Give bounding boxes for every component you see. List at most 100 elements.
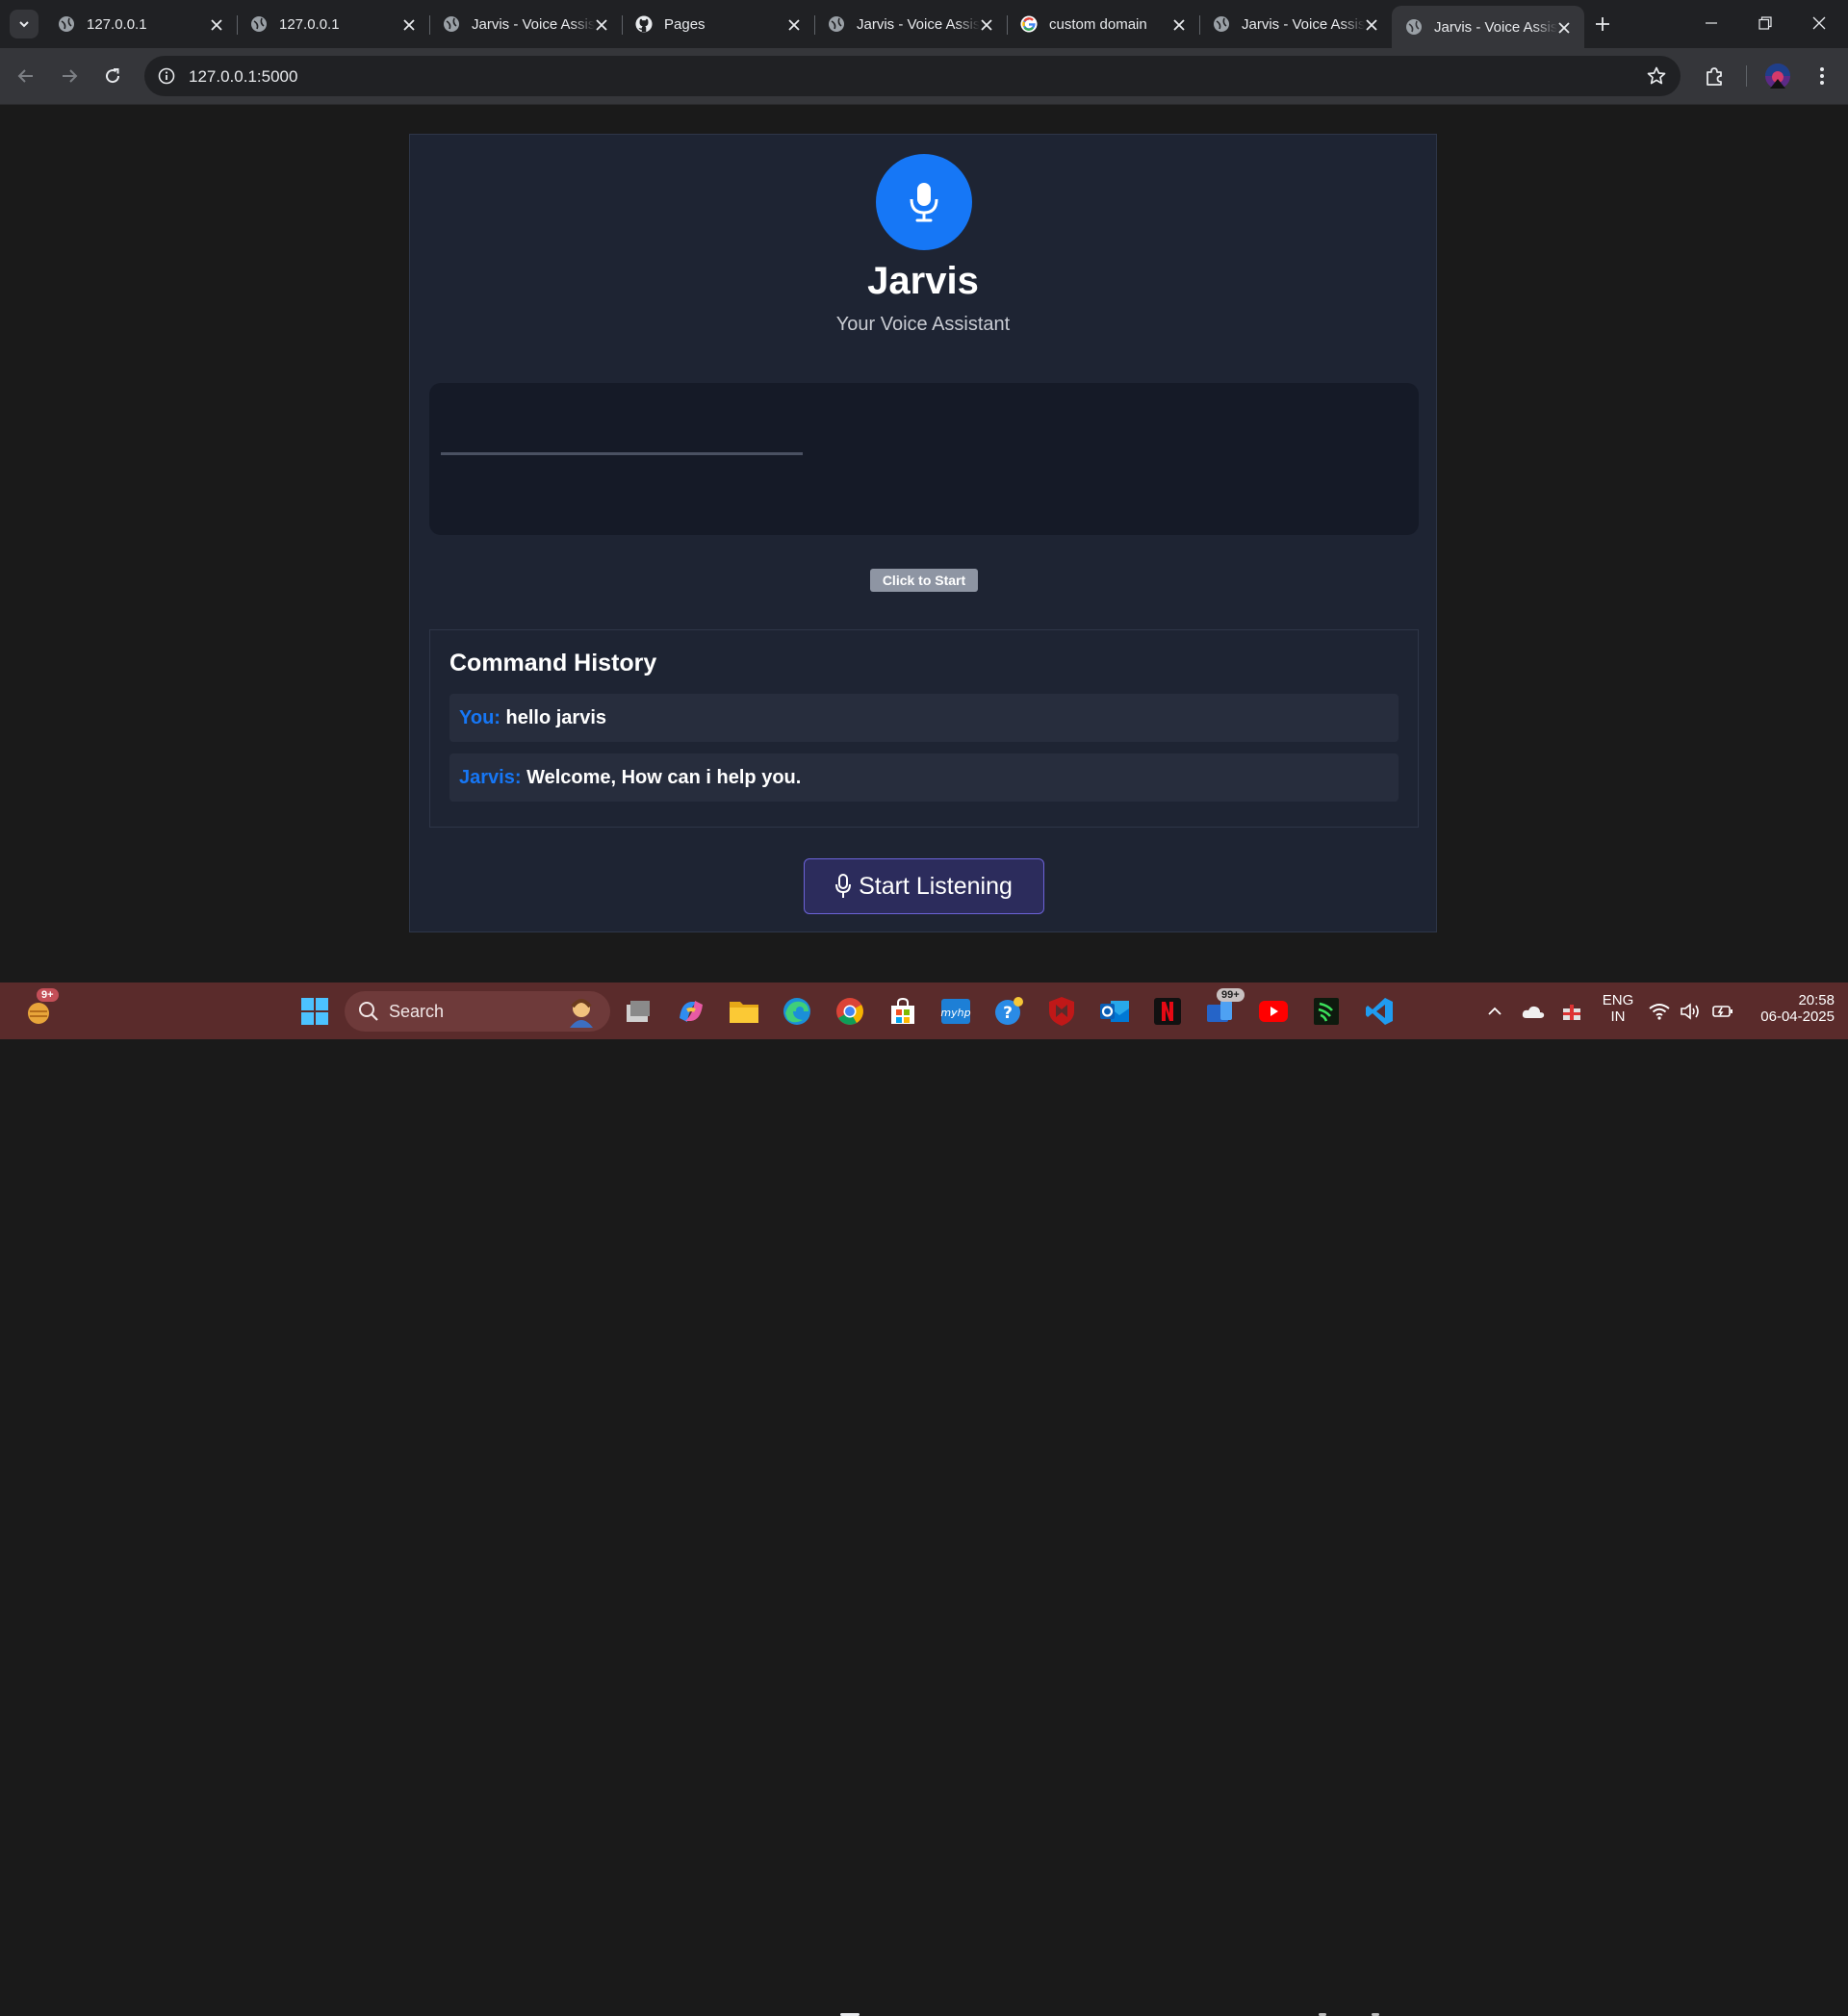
mcafee-button[interactable] (1042, 992, 1081, 1031)
assistant-card: Jarvis Your Voice Assistant Click to Sta… (409, 134, 1437, 932)
globe-icon (443, 15, 460, 33)
task-view-button[interactable] (619, 992, 657, 1031)
click-to-start-button[interactable]: Click to Start (870, 569, 978, 592)
tab-2[interactable]: 127.0.0.1 (237, 6, 429, 42)
tab-1[interactable]: 127.0.0.1 (44, 6, 237, 42)
url-text[interactable]: 127.0.0.1:5000 (189, 67, 297, 87)
tab-search-button[interactable] (10, 10, 38, 38)
extensions-button[interactable] (1700, 62, 1729, 90)
youtube-button[interactable] (1254, 992, 1293, 1031)
page-viewport: Jarvis Your Voice Assistant Click to Sta… (0, 105, 1848, 982)
minimize-button[interactable] (1684, 0, 1738, 46)
bookmark-star-icon[interactable] (1646, 65, 1667, 87)
restore-button[interactable] (1738, 0, 1792, 46)
start-button[interactable] (295, 992, 334, 1031)
globe-icon (58, 15, 75, 33)
close-tab-icon[interactable] (978, 16, 995, 34)
myhp-icon: myhp (940, 999, 971, 1024)
browser-menu-button[interactable] (1808, 62, 1836, 90)
vscode-button[interactable] (1360, 992, 1399, 1031)
close-tab-icon[interactable] (1170, 16, 1188, 34)
start-listening-button[interactable]: Start Listening (804, 858, 1044, 914)
onedrive-button[interactable] (1514, 992, 1553, 1031)
terminal-app-button[interactable] (1307, 992, 1346, 1031)
svg-text:?: ? (1003, 1004, 1013, 1023)
close-tab-icon[interactable] (1555, 19, 1573, 37)
mic-avatar (876, 154, 972, 250)
myhp-button[interactable]: myhp (937, 992, 975, 1031)
tab-7[interactable]: Jarvis - Voice Assistant (1199, 6, 1392, 42)
phone-link-button[interactable]: 99+ (1201, 988, 1245, 1031)
history-message: hello jarvis (505, 707, 607, 728)
site-info-icon[interactable] (156, 65, 177, 87)
forward-button[interactable] (55, 62, 84, 90)
speaker-label: Jarvis: (459, 767, 522, 788)
folder-icon (730, 1002, 758, 1023)
globe-icon (1405, 18, 1423, 36)
tray-app-button[interactable] (1553, 992, 1591, 1031)
close-window-button[interactable] (1792, 0, 1846, 46)
app-subtitle: Your Voice Assistant (835, 314, 1011, 335)
clock[interactable]: 20:58 06-04-2025 (1738, 992, 1835, 1025)
tab-6[interactable]: custom domain (1007, 6, 1199, 42)
tab-3[interactable]: Jarvis - Voice Assistant (429, 6, 622, 42)
store-button[interactable] (884, 992, 922, 1031)
close-tab-icon[interactable] (1363, 16, 1380, 34)
address-bar[interactable]: 127.0.0.1:5000 (144, 56, 1681, 96)
back-button[interactable] (12, 62, 40, 90)
tab-8-active[interactable]: Jarvis - Voice Assistant (1392, 6, 1584, 48)
quick-settings-button[interactable] (1643, 992, 1739, 1031)
speaker-label: You: (459, 707, 500, 728)
chrome-button[interactable] (831, 992, 869, 1031)
history-item-user: You: hello jarvis (449, 694, 1399, 742)
new-tab-button[interactable] (1588, 10, 1617, 38)
copilot-button[interactable] (672, 992, 710, 1031)
command-history-title: Command History (449, 650, 657, 676)
plus-icon (1596, 17, 1609, 31)
search-highlight-icon (570, 999, 593, 1028)
youtube-icon (1259, 1001, 1288, 1022)
google-icon (1020, 15, 1038, 33)
tab-5[interactable]: Jarvis - Voice Assistant (814, 6, 1007, 42)
task-view-icon (627, 1001, 650, 1022)
tab-title: Jarvis - Voice Assistant (1242, 15, 1365, 33)
close-tab-icon[interactable] (400, 16, 418, 34)
globe-icon (828, 15, 845, 33)
edge-button[interactable] (778, 992, 816, 1031)
globe-icon (1213, 15, 1230, 33)
reload-icon (106, 68, 120, 84)
history-message: Welcome, How can i help you. (526, 767, 802, 788)
netflix-button[interactable] (1148, 992, 1187, 1031)
avatar (1765, 64, 1790, 89)
tray-overflow-button[interactable] (1476, 992, 1514, 1031)
chevron-down-icon (19, 21, 29, 28)
app-title: Jarvis (867, 260, 979, 302)
cloud-icon (1522, 1006, 1545, 1018)
taskbar-search-box[interactable]: Search (345, 991, 610, 1032)
wifi-icon (1649, 1004, 1670, 1020)
history-speaker: You: hello jarvis (459, 707, 606, 729)
close-tab-icon[interactable] (593, 16, 610, 34)
svg-text:myhp: myhp (940, 1007, 970, 1019)
chrome-icon (836, 998, 863, 1025)
tab-title: 127.0.0.1 (279, 15, 340, 33)
browser-toolbar: 127.0.0.1:5000 (0, 48, 1848, 105)
clock-time: 20:58 (1798, 992, 1835, 1008)
outlook-button[interactable] (1095, 992, 1134, 1031)
tab-title: Jarvis - Voice Assistant (472, 15, 595, 33)
history-speaker: Jarvis: Welcome, How can i help you. (459, 767, 801, 789)
tab-4[interactable]: Pages (622, 6, 814, 42)
file-explorer-button[interactable] (725, 992, 763, 1031)
widgets-button[interactable]: 9+ (19, 988, 59, 1031)
profile-avatar[interactable] (1763, 62, 1792, 90)
language-indicator[interactable]: ENG IN (1594, 992, 1642, 1025)
tab-title: Jarvis - Voice Assistant (857, 15, 980, 33)
close-tab-icon[interactable] (208, 16, 225, 34)
copilot-icon (680, 1001, 703, 1022)
hp-support-button[interactable]: ? (989, 992, 1028, 1031)
microphone-icon (910, 183, 938, 222)
notification-badge: 99+ (1217, 988, 1245, 1002)
close-icon (1812, 16, 1826, 30)
close-tab-icon[interactable] (785, 16, 803, 34)
reload-button[interactable] (98, 62, 127, 90)
